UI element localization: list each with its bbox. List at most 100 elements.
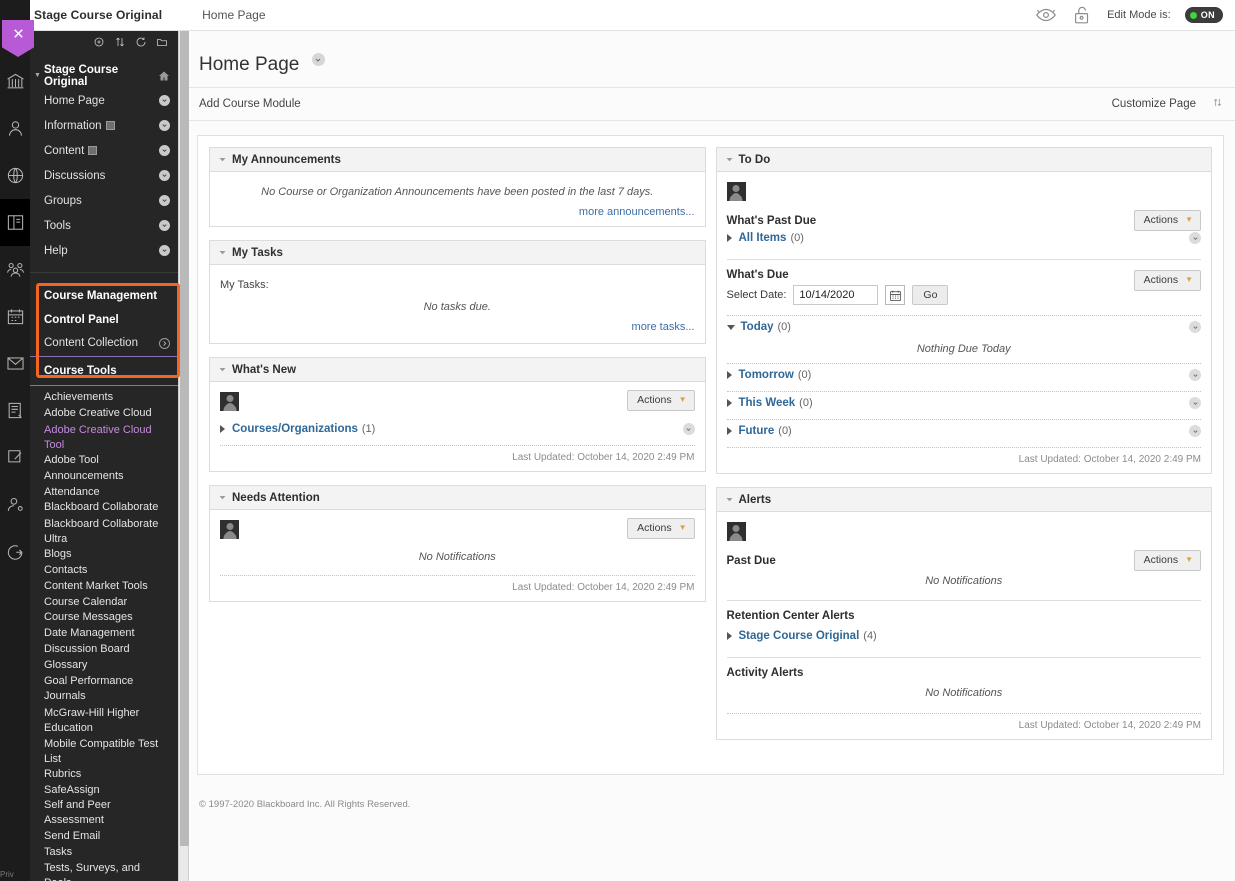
course-tool-item[interactable]: Adobe Tool [30, 453, 178, 469]
go-button[interactable]: Go [912, 285, 949, 305]
triangle-down-icon[interactable] [218, 493, 227, 502]
whats-due-actions-button[interactable]: Actions ▼ [1133, 270, 1201, 291]
course-tool-item[interactable]: McGraw-Hill Higher Education [30, 705, 178, 736]
module-header[interactable]: To Do [716, 148, 1211, 172]
todo-group-this-week[interactable]: This Week (0) [726, 392, 1201, 415]
home-icon[interactable] [158, 70, 170, 82]
calendar-icon[interactable] [0, 293, 30, 340]
chevron-down-icon[interactable] [159, 145, 170, 156]
todo-group-label[interactable]: Today [741, 321, 774, 333]
chevron-down-icon[interactable] [682, 423, 695, 435]
more-tasks-link[interactable]: more tasks... [220, 317, 695, 333]
course-tool-item[interactable]: Discussion Board [30, 642, 178, 658]
todo-group-tomorrow[interactable]: Tomorrow (0) [726, 364, 1201, 387]
module-header[interactable]: Alerts [716, 488, 1211, 512]
triangle-down-icon[interactable] [725, 155, 734, 164]
course-title[interactable]: Stage Course Original [34, 8, 162, 22]
signout-icon[interactable] [0, 528, 30, 575]
privacy-link[interactable]: Priv [0, 870, 14, 879]
chevron-down-icon[interactable] [159, 170, 170, 181]
chevron-down-icon[interactable] [1189, 369, 1201, 381]
triangle-down-icon[interactable] [218, 248, 227, 257]
course-tool-item[interactable]: Date Management [30, 626, 178, 642]
course-tool-item[interactable]: Mobile Compatible Test List [30, 736, 178, 767]
sidebar-item-information[interactable]: Information [30, 113, 178, 138]
course-tools-heading[interactable]: Course Tools [30, 359, 178, 383]
sidebar-item-groups[interactable]: Groups [30, 188, 178, 213]
add-icon[interactable] [93, 35, 105, 53]
more-announcements-link[interactable]: more announcements... [220, 202, 695, 218]
course-tool-item[interactable]: Announcements [30, 468, 178, 484]
course-tool-item[interactable]: Content Market Tools [30, 578, 178, 594]
globe-icon[interactable] [0, 152, 30, 199]
all-items-link[interactable]: All Items [739, 232, 787, 244]
course-tool-item[interactable]: Glossary [30, 657, 178, 673]
chevron-down-icon[interactable] [159, 220, 170, 231]
course-tool-item[interactable]: Send Email [30, 828, 178, 844]
alerts-actions-button[interactable]: Actions ▼ [1133, 550, 1201, 571]
todo-group-label[interactable]: This Week [739, 397, 796, 409]
eye-preview-icon[interactable] [1035, 4, 1057, 26]
scrollbar-thumb[interactable] [180, 31, 189, 846]
triangle-down-icon[interactable] [218, 155, 227, 164]
sidebar-item-help[interactable]: Help [30, 238, 178, 263]
chevron-down-icon[interactable] [159, 245, 170, 256]
chevron-down-icon[interactable] [1189, 232, 1201, 244]
support-icon[interactable] [0, 481, 30, 528]
triangle-down-icon[interactable] [725, 495, 734, 504]
add-course-module-button[interactable]: Add Course Module [199, 98, 301, 110]
course-tool-item[interactable]: Attendance [30, 484, 178, 500]
chevron-down-icon[interactable] [1189, 425, 1201, 437]
chevron-down-icon[interactable] [1189, 321, 1201, 333]
module-header[interactable]: What's New [210, 358, 705, 382]
course-tool-item[interactable]: Adobe Creative Cloud Tool [30, 422, 178, 453]
folder-icon[interactable] [156, 35, 168, 53]
course-tool-item[interactable]: Goal Performance [30, 673, 178, 689]
triangle-right-icon[interactable] [726, 371, 732, 379]
todo-group-future[interactable]: Future (0) [726, 420, 1201, 443]
date-input[interactable] [793, 285, 879, 305]
past-due-actions-button[interactable]: Actions ▼ [1133, 210, 1201, 231]
sidebar-item-home-page[interactable]: Home Page [30, 88, 178, 113]
whats-new-row-courses[interactable]: Courses/Organizations (1) [220, 411, 695, 441]
actions-button[interactable]: Actions ▼ [627, 518, 695, 539]
module-header[interactable]: Needs Attention [210, 486, 705, 510]
course-tool-item[interactable]: Rubrics [30, 767, 178, 783]
customize-page-button[interactable]: Customize Page [1112, 98, 1196, 110]
sidebar-item-discussions[interactable]: Discussions [30, 163, 178, 188]
triangle-down-icon[interactable] [726, 324, 735, 330]
course-tool-item[interactable]: Blackboard Collaborate [30, 500, 178, 516]
chevron-down-icon[interactable] [1189, 397, 1201, 409]
courses-organizations-link[interactable]: Courses/Organizations [232, 423, 358, 435]
course-tool-item[interactable]: Blogs [30, 547, 178, 563]
courses-icon[interactable] [0, 199, 30, 246]
triangle-down-icon[interactable] [218, 365, 227, 374]
messages-icon[interactable] [0, 340, 30, 387]
course-menu-scrollbar[interactable] [178, 31, 189, 881]
triangle-right-icon[interactable] [726, 427, 732, 435]
retention-alert-row[interactable]: Stage Course Original (4) [726, 622, 1202, 648]
breadcrumb-home-page[interactable]: Home Page [202, 8, 265, 22]
institution-icon[interactable] [0, 58, 30, 105]
actions-button[interactable]: Actions ▼ [627, 390, 695, 411]
course-tool-item[interactable]: Adobe Creative Cloud [30, 406, 178, 422]
sidebar-item-content[interactable]: Content [30, 138, 178, 163]
course-tool-item[interactable]: Tests, Surveys, and Pools [30, 860, 178, 881]
chevron-down-icon[interactable] [159, 120, 170, 131]
sidebar-item-content-collection[interactable]: Content Collection [30, 332, 178, 354]
course-tool-item[interactable]: Course Messages [30, 610, 178, 626]
module-header[interactable]: My Announcements [210, 148, 705, 172]
course-tool-item[interactable]: Blackboard Collaborate Ultra [30, 516, 178, 547]
triangle-right-icon[interactable] [726, 399, 732, 407]
page-title-chevron-down-icon[interactable] [311, 53, 325, 66]
course-tool-item[interactable]: Self and Peer Assessment [30, 798, 178, 828]
triangle-right-icon[interactable] [220, 425, 225, 433]
organizations-icon[interactable] [0, 246, 30, 293]
course-tool-item[interactable]: Journals [30, 689, 178, 705]
control-panel-heading[interactable]: Control Panel [30, 308, 178, 332]
retention-course-link[interactable]: Stage Course Original [739, 630, 860, 642]
sort-icon[interactable] [1212, 95, 1223, 113]
all-items-row[interactable]: All Items (0) [726, 227, 1201, 250]
course-tool-item[interactable]: SafeAssign [30, 783, 178, 799]
refresh-icon[interactable] [135, 35, 147, 53]
